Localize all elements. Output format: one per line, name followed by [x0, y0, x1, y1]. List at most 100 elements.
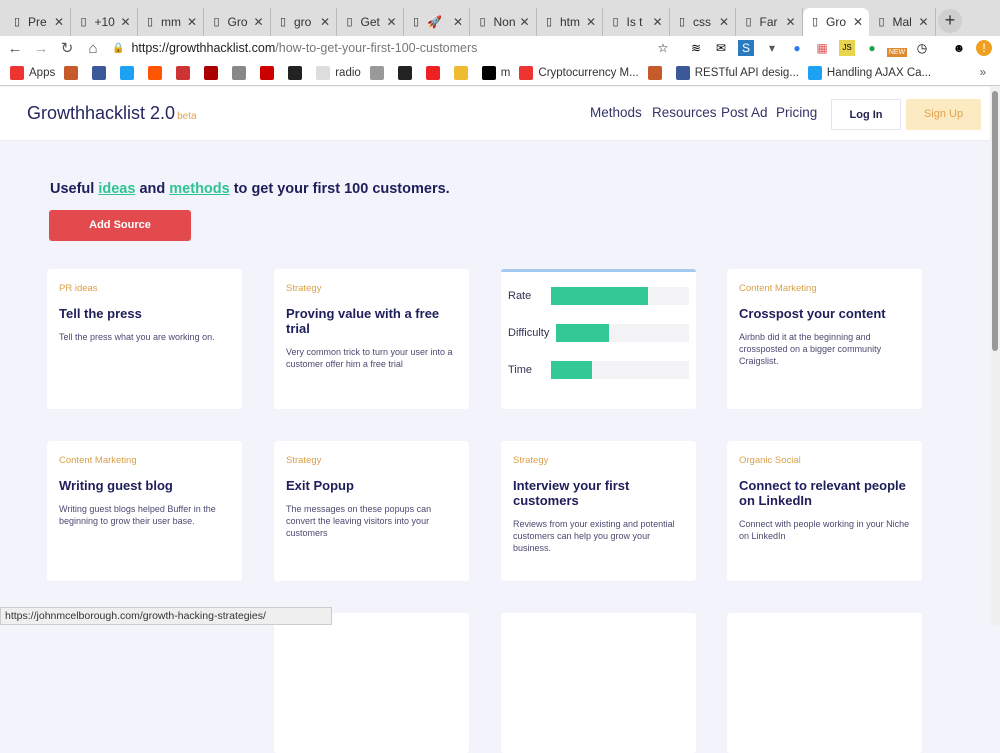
star-icon[interactable]: ☆	[655, 40, 671, 56]
bookmark-icon	[369, 65, 384, 80]
close-icon[interactable]: ✕	[785, 15, 795, 29]
close-icon[interactable]: ✕	[54, 15, 64, 29]
method-card[interactable]	[274, 613, 469, 753]
nav-post-ad[interactable]: Post Ad	[721, 105, 768, 120]
bookmark-item[interactable]	[425, 65, 445, 80]
js-icon[interactable]: JS	[839, 40, 855, 56]
bookmark-item[interactable]: Apps	[10, 65, 55, 80]
home-icon[interactable]: ⌂	[82, 40, 104, 57]
s-extension-icon[interactable]: S	[738, 40, 754, 56]
login-button[interactable]: Log In	[831, 99, 901, 130]
bookmark-item[interactable]	[453, 65, 473, 80]
bookmark-item[interactable]	[397, 65, 417, 80]
zoom-icon[interactable]: ●	[789, 40, 805, 56]
browser-tab[interactable]: ▯ Non ✕	[471, 8, 537, 36]
add-source-button[interactable]: Add Source	[49, 210, 191, 241]
check-circle-icon[interactable]: ◷	[914, 40, 930, 56]
bookmark-item[interactable]	[176, 65, 195, 80]
method-card[interactable]: Content Marketing Crosspost your content A…	[727, 269, 922, 409]
method-card[interactable]: PR ideas Tell the press Tell the press wha…	[47, 269, 242, 409]
scrollbar-thumb[interactable]	[992, 91, 998, 351]
close-icon[interactable]: ✕	[453, 15, 463, 29]
bookmark-item[interactable]	[232, 65, 251, 80]
nav-pricing[interactable]: Pricing	[776, 105, 817, 120]
close-icon[interactable]: ✕	[120, 15, 130, 29]
card-category: Organic Social	[739, 455, 801, 466]
close-icon[interactable]: ✕	[386, 15, 396, 29]
browser-tab[interactable]: ▯ Is t ✕	[604, 8, 670, 36]
close-icon[interactable]: ✕	[719, 15, 729, 29]
browser-tab[interactable]: ▯ Get ✕	[338, 8, 404, 36]
back-icon[interactable]: ←	[4, 40, 26, 57]
close-icon[interactable]: ✕	[918, 15, 928, 29]
browser-tab[interactable]: ▯ +10 ✕	[72, 8, 138, 36]
bookmark-item[interactable]	[92, 65, 111, 80]
browser-tab[interactable]: ▯ Mal ✕	[870, 8, 936, 36]
ideas-link[interactable]: ideas	[98, 181, 135, 197]
close-icon[interactable]: ✕	[253, 15, 263, 29]
bookmarks-overflow-icon[interactable]: »	[980, 67, 986, 79]
method-card[interactable]: Content Marketing Writing guest blog Writi…	[47, 441, 242, 581]
close-icon[interactable]: ✕	[586, 15, 596, 29]
close-icon[interactable]: ✕	[652, 15, 662, 29]
extension-icon[interactable]: ✉	[713, 40, 729, 56]
method-card[interactable]: Strategy Proving value with a free trial V…	[274, 269, 469, 409]
bookmark-item[interactable]	[647, 65, 667, 80]
method-card[interactable]	[501, 613, 696, 753]
scrollbar[interactable]	[990, 87, 1000, 625]
bookmark-icon	[453, 65, 468, 80]
bookmark-item[interactable]	[204, 65, 223, 80]
bookmark-item[interactable]: RESTful API desig...	[675, 65, 799, 80]
tab-label: Mal	[892, 15, 912, 29]
close-icon[interactable]: ✕	[853, 15, 863, 29]
bookmark-item[interactable]	[148, 65, 167, 80]
bookmark-item[interactable]	[64, 65, 83, 80]
close-icon[interactable]: ✕	[320, 15, 330, 29]
buffer-icon[interactable]: ≋	[688, 40, 704, 56]
bookmark-item[interactable]: radio	[316, 65, 361, 80]
address-bar[interactable]: 🔒 https://growthhacklist.com/how-to-get-…	[112, 37, 682, 59]
stat-label: Difficulty	[508, 327, 550, 339]
tab-strip: ▯ Pre ✕ ▯ +10 ✕ ▯ mm ✕ ▯ Gro ✕ ▯ gro ✕ ▯ Get ✕ ▯ 🚀 ✕ ▯ Non ✕ ▯ ht…	[0, 0, 1000, 36]
browser-tab[interactable]: ▯ mm ✕	[138, 8, 204, 36]
nav-resources[interactable]: Resources	[652, 105, 717, 120]
browser-tab[interactable]: ▯ css ✕	[670, 8, 736, 36]
new-tab-button[interactable]: +	[938, 9, 962, 33]
alert-icon[interactable]: !	[976, 40, 992, 56]
evernote-icon[interactable]: ●	[864, 40, 880, 56]
pocket-icon[interactable]: ▾	[764, 40, 780, 56]
browser-tab[interactable]: ▯ htm ✕	[537, 8, 603, 36]
bookmark-item[interactable]	[369, 65, 389, 80]
bookmark-item[interactable]	[120, 65, 139, 80]
browser-tab[interactable]: ▯ Pre ✕	[5, 8, 71, 36]
browser-tab[interactable]: ▯ 🚀 ✕	[404, 8, 470, 36]
close-icon[interactable]: ✕	[187, 15, 197, 29]
browser-tab[interactable]: ▯ Far ✕	[737, 8, 803, 36]
profile-avatar-icon[interactable]: ☻	[951, 40, 967, 56]
tab-label: gro	[294, 15, 312, 29]
site-logo[interactable]: Growthhacklist 2.0 beta	[27, 103, 197, 124]
forward-icon[interactable]: →	[30, 40, 52, 57]
bookmark-item[interactable]: Handling AJAX Ca...	[807, 65, 931, 80]
page-icon: ▯	[13, 15, 21, 28]
browser-tab[interactable]: ▯ Gro ✕	[205, 8, 271, 36]
signup-button[interactable]: Sign Up	[906, 99, 981, 130]
methods-link[interactable]: methods	[169, 181, 229, 197]
bookmark-item[interactable]	[288, 65, 307, 80]
method-card[interactable]	[727, 613, 922, 753]
method-card[interactable]: Organic Social Connect to relevant people…	[727, 441, 922, 581]
new-badge[interactable]: NEW	[887, 48, 907, 57]
bookmark-item[interactable]: m	[481, 65, 510, 80]
nav-methods[interactable]: Methods	[590, 105, 642, 120]
card-description: Connect with people working in your Nich…	[739, 519, 910, 541]
method-card[interactable]: Strategy Exit Popup The messages on these …	[274, 441, 469, 581]
reload-icon[interactable]: ↻	[56, 39, 78, 57]
browser-tab[interactable]: ▯ gro ✕	[271, 8, 337, 36]
method-card[interactable]: Strategy Interview your first customers Re…	[501, 441, 696, 581]
bookmark-item[interactable]	[260, 65, 279, 80]
tab-label: Gro	[826, 15, 847, 29]
browser-tab[interactable]: ▯ Gro ✕	[803, 8, 869, 36]
close-icon[interactable]: ✕	[519, 15, 529, 29]
calendar-icon[interactable]: ▦	[814, 40, 830, 56]
bookmark-item[interactable]: Cryptocurrency M...	[519, 65, 639, 80]
